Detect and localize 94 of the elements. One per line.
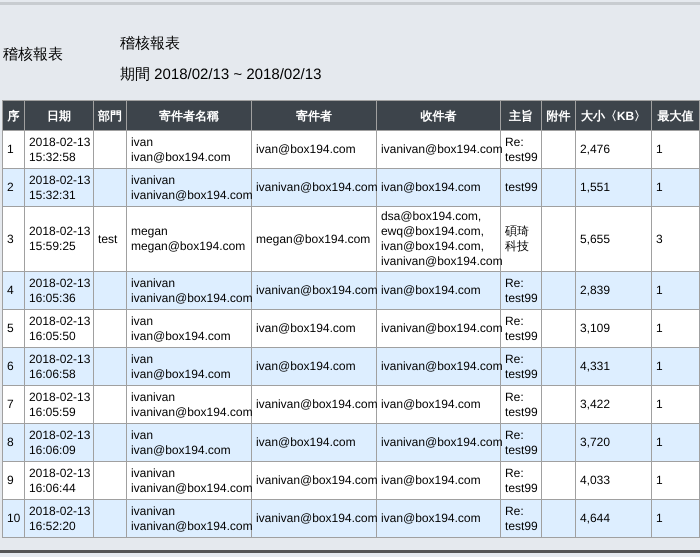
table-cell: test	[98, 232, 118, 246]
table-cell: 4,033	[580, 473, 610, 488]
table-cell: 2018-02-13 16:05:36	[29, 276, 90, 306]
table-cell: ivan@box194.com	[381, 473, 481, 488]
column-header: 附件	[546, 108, 570, 122]
table-cell: Re: test99	[505, 466, 538, 496]
table-cell: Re: test99	[505, 276, 538, 306]
table-cell: ivanivan@box194.com	[381, 142, 503, 157]
table-cell: ivanivan@box194.com	[381, 321, 503, 336]
table-cell: 3,720	[580, 435, 610, 450]
table-cell: 1	[656, 180, 663, 195]
report-title: 稽核報表	[120, 35, 181, 53]
table-cell: 3	[656, 232, 663, 246]
table-cell: ivan ivan@box194.com	[131, 134, 231, 164]
table-cell: 5,655	[580, 232, 610, 246]
table-cell: test99	[505, 180, 538, 195]
column-header: 主旨	[509, 108, 533, 122]
table-cell: 碩琦 科技	[505, 224, 529, 254]
table-cell: ivan@box194.com	[256, 142, 356, 157]
table-cell: 10	[7, 511, 20, 526]
table-cell: ivan@box194.com	[381, 511, 481, 526]
table-cell: Re: test99	[505, 314, 538, 344]
table-cell: ivanivan ivanivan@box194.com	[131, 276, 253, 306]
table-cell: 1	[656, 435, 663, 450]
table-cell: 8	[7, 435, 14, 450]
table-cell: 9	[7, 473, 14, 488]
table-cell: 2018-02-13 16:05:50	[29, 314, 90, 344]
table-cell: ivan@box194.com	[256, 359, 356, 374]
table-cell: 3,109	[580, 321, 610, 336]
table-cell: Re: test99	[505, 390, 538, 420]
table-cell: ivan@box194.com	[381, 283, 481, 298]
page-title: 稽核報表	[3, 46, 63, 63]
column-header: 序	[8, 108, 20, 122]
table-cell: Re: test99	[505, 428, 538, 458]
table-cell: 2018-02-13 16:52:20	[29, 504, 90, 534]
table-cell: 1	[656, 283, 663, 298]
table-cell: ivan ivan@box194.com	[131, 428, 231, 458]
table-cell: ivanivan@box194.com	[256, 473, 378, 488]
column-header: 大小〈KB〉	[580, 108, 646, 122]
table-cell: 1,551	[580, 180, 610, 195]
table-cell: 1	[7, 142, 14, 157]
table-cell: 1	[656, 397, 663, 412]
table-cell: 5	[7, 321, 14, 336]
table-cell: ivanivan ivanivan@box194.com	[131, 390, 253, 420]
table-cell: 2018-02-13 16:06:09	[29, 428, 90, 458]
table-cell: ivanivan@box194.com	[256, 283, 378, 298]
column-header: 收件者	[420, 108, 456, 122]
column-header: 日期	[47, 108, 71, 122]
table-cell: ivanivan ivanivan@box194.com	[131, 504, 253, 534]
column-header: 寄件者名稱	[159, 108, 219, 122]
table-cell: 1	[656, 473, 663, 488]
table-cell: 2,476	[580, 142, 610, 157]
table-cell: 1	[656, 321, 663, 336]
report-period: 期間 2018/02/13 ~ 2018/02/13	[120, 66, 322, 84]
table-cell: 1	[656, 359, 663, 374]
table-cell: 3,422	[580, 397, 610, 412]
table-cell: ivanivan@box194.com	[256, 511, 378, 526]
table-cell: 2018-02-13 16:06:44	[29, 466, 90, 496]
column-header: 最大值	[658, 108, 694, 122]
table-cell: Re: test99	[505, 352, 538, 382]
table-cell: 2018-02-13 15:59:25	[29, 224, 90, 254]
table-cell: 7	[7, 397, 14, 412]
table-cell: 1	[656, 511, 663, 526]
column-header: 寄件者	[296, 108, 332, 122]
table-cell: 1	[656, 142, 663, 157]
table-cell: ivan ivan@box194.com	[131, 314, 231, 344]
table-cell: ivanivan@box194.com	[381, 359, 503, 374]
table-cell: 2,839	[580, 283, 610, 298]
table-cell: dsa@box194.com, ewq@box194.com, ivan@box194.com, ivanivan@box194.com	[381, 209, 503, 269]
table-cell: ivanivan@box194.com	[256, 180, 378, 195]
table-cell: ivanivan ivanivan@box194.com	[131, 172, 253, 202]
table-cell: 2018-02-13 15:32:58	[29, 134, 90, 164]
table-cell: ivan@box194.com	[381, 397, 481, 412]
table-cell: 2	[7, 180, 14, 195]
table-cell: ivan@box194.com	[381, 180, 481, 195]
table-cell: ivanivan@box194.com	[381, 435, 503, 450]
table-cell: ivanivan@box194.com	[256, 397, 378, 412]
table-cell: 3	[7, 232, 14, 246]
table-cell: 4,644	[580, 511, 610, 526]
table-cell: Re: test99	[505, 134, 538, 164]
table-cell: megan@box194.com	[256, 232, 370, 246]
table-cell: ivan ivan@box194.com	[131, 352, 231, 382]
table-cell: 2018-02-13 16:05:59	[29, 390, 90, 420]
table-cell: ivan@box194.com	[256, 435, 356, 450]
column-header: 部門	[98, 108, 122, 122]
table-cell: ivanivan ivanivan@box194.com	[131, 466, 253, 496]
table-cell: Re: test99	[505, 504, 538, 534]
table-cell: 2018-02-13 16:06:58	[29, 352, 90, 382]
table-cell: ivan@box194.com	[256, 321, 356, 336]
table-cell: 4	[7, 283, 14, 298]
table-cell: 6	[7, 359, 14, 374]
table-cell: 2018-02-13 15:32:31	[29, 172, 90, 202]
table-cell: 4,331	[580, 359, 610, 374]
table-cell: megan megan@box194.com	[131, 224, 246, 254]
